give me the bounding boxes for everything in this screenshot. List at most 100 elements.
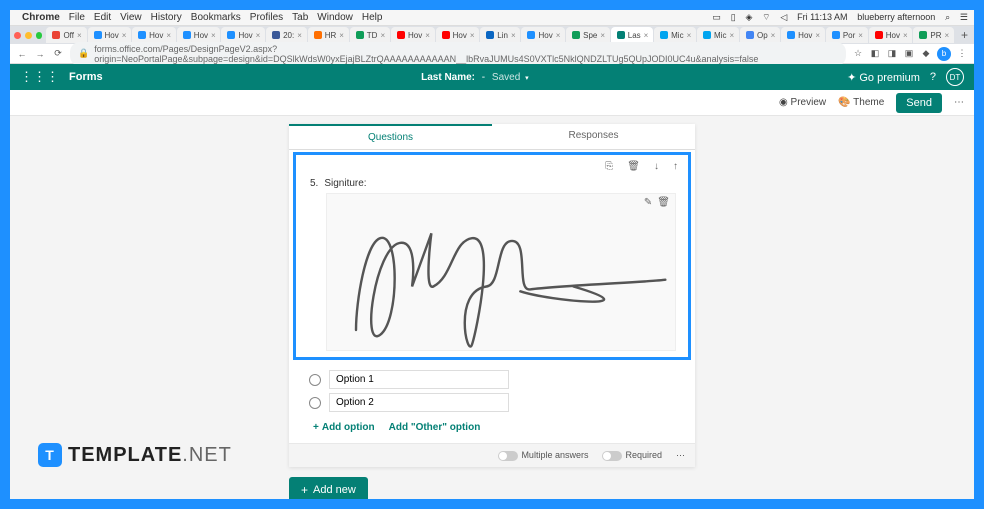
profile-icon[interactable]: b bbox=[937, 47, 951, 61]
browser-tab[interactable]: Hov× bbox=[391, 27, 435, 43]
tab-close-icon[interactable]: × bbox=[815, 31, 820, 40]
menu-view[interactable]: View bbox=[120, 12, 142, 23]
browser-tab[interactable]: Hov× bbox=[221, 27, 265, 43]
radio-icon[interactable] bbox=[309, 374, 321, 386]
menu-history[interactable]: History bbox=[151, 12, 182, 23]
radio-icon[interactable] bbox=[309, 397, 321, 409]
browser-tab[interactable]: Hov× bbox=[132, 27, 176, 43]
window-close-icon[interactable] bbox=[14, 32, 21, 39]
tab-questions[interactable]: Questions bbox=[289, 124, 492, 149]
chevron-down-icon[interactable]: ▾ bbox=[525, 75, 529, 82]
tab-close-icon[interactable]: × bbox=[122, 31, 127, 40]
extension-icon[interactable]: ◧ bbox=[869, 48, 881, 59]
browser-tab[interactable]: Mic× bbox=[697, 27, 739, 43]
window-minimize-icon[interactable] bbox=[25, 32, 32, 39]
window-zoom-icon[interactable] bbox=[36, 32, 43, 39]
move-down-icon[interactable]: ↓ bbox=[654, 161, 659, 172]
trash-icon[interactable]: 🗑 bbox=[627, 161, 640, 172]
go-premium-link[interactable]: ✦ Go premium bbox=[847, 71, 920, 84]
tab-close-icon[interactable]: × bbox=[256, 31, 261, 40]
menu-edit[interactable]: Edit bbox=[94, 12, 111, 23]
menu-window[interactable]: Window bbox=[317, 12, 353, 23]
theme-button[interactable]: 🎨 Theme bbox=[838, 97, 884, 108]
tab-close-icon[interactable]: × bbox=[77, 31, 82, 40]
reload-icon[interactable]: ⟳ bbox=[52, 48, 64, 59]
browser-tab[interactable]: 20:× bbox=[266, 27, 307, 43]
extension-icon4[interactable]: ◆ bbox=[920, 48, 932, 59]
browser-tab[interactable]: Op× bbox=[740, 27, 780, 43]
send-button[interactable]: Send bbox=[896, 93, 942, 113]
add-other-option-button[interactable]: Add "Other" option bbox=[389, 422, 481, 433]
move-up-icon[interactable]: ↑ bbox=[673, 161, 678, 172]
avatar[interactable]: DT bbox=[946, 68, 964, 86]
delete-signature-icon[interactable]: 🗑 bbox=[657, 197, 670, 208]
more-icon[interactable]: ⋯ bbox=[954, 97, 964, 108]
browser-tab[interactable]: Hov× bbox=[521, 27, 565, 43]
browser-tab[interactable]: Hov× bbox=[781, 27, 825, 43]
multiple-answers-toggle[interactable]: Multiple answers bbox=[498, 450, 588, 461]
copy-icon[interactable]: ⎘ bbox=[605, 161, 613, 172]
extension-icon2[interactable]: ◨ bbox=[886, 48, 898, 59]
signature-canvas[interactable]: ✎ 🗑 bbox=[326, 193, 676, 351]
tab-close-icon[interactable]: × bbox=[771, 31, 776, 40]
required-toggle[interactable]: Required bbox=[602, 450, 662, 461]
tab-close-icon[interactable]: × bbox=[511, 31, 516, 40]
extension-icon3[interactable]: ▣ bbox=[903, 48, 915, 59]
browser-tab[interactable]: Lin× bbox=[480, 27, 520, 43]
tab-close-icon[interactable]: × bbox=[858, 31, 863, 40]
tab-close-icon[interactable]: × bbox=[687, 31, 692, 40]
tab-close-icon[interactable]: × bbox=[297, 31, 302, 40]
menu-icon[interactable]: ⋮ bbox=[956, 48, 968, 59]
forms-brand[interactable]: Forms bbox=[69, 71, 103, 83]
browser-tab[interactable]: Hov× bbox=[869, 27, 913, 43]
waffle-icon[interactable]: ⋮⋮⋮ bbox=[20, 69, 59, 85]
add-new-button[interactable]: +Add new bbox=[289, 477, 368, 499]
browser-tab[interactable]: Mic× bbox=[654, 27, 696, 43]
control-center-icon[interactable]: ☰ bbox=[960, 12, 968, 22]
menu-file[interactable]: File bbox=[69, 12, 85, 23]
browser-tab[interactable]: Las× bbox=[611, 27, 653, 43]
option-input[interactable]: Option 1 bbox=[329, 370, 509, 389]
help-icon[interactable]: ? bbox=[930, 71, 936, 83]
menu-bookmarks[interactable]: Bookmarks bbox=[191, 12, 241, 23]
tab-close-icon[interactable]: × bbox=[730, 31, 735, 40]
tab-close-icon[interactable]: × bbox=[166, 31, 171, 40]
tab-close-icon[interactable]: × bbox=[380, 31, 385, 40]
browser-tab[interactable]: Spe× bbox=[566, 27, 610, 43]
tab-close-icon[interactable]: × bbox=[470, 31, 475, 40]
tab-close-icon[interactable]: × bbox=[339, 31, 344, 40]
tab-close-icon[interactable]: × bbox=[556, 31, 561, 40]
pencil-icon[interactable]: ✎ bbox=[644, 197, 652, 208]
browser-tab[interactable]: Off× bbox=[46, 27, 86, 43]
url-input[interactable]: 🔒 forms.office.com/Pages/DesignPageV2.as… bbox=[70, 42, 846, 66]
tab-close-icon[interactable]: × bbox=[945, 31, 950, 40]
form-title-label[interactable]: Last Name: bbox=[421, 72, 475, 83]
menu-tab[interactable]: Tab bbox=[292, 12, 308, 23]
tab-close-icon[interactable]: × bbox=[425, 31, 430, 40]
browser-tab[interactable]: Por× bbox=[826, 27, 868, 43]
question-more-icon[interactable]: ⋯ bbox=[676, 450, 685, 461]
menu-help[interactable]: Help bbox=[362, 12, 383, 23]
browser-tab[interactable]: TD× bbox=[350, 27, 390, 43]
back-icon[interactable]: ← bbox=[16, 49, 28, 59]
menu-app[interactable]: Chrome bbox=[22, 12, 60, 23]
browser-tab[interactable]: Hov× bbox=[436, 27, 480, 43]
add-option-button[interactable]: +Add option bbox=[313, 422, 375, 433]
star-icon[interactable]: ☆ bbox=[852, 48, 864, 59]
browser-tab[interactable]: HR× bbox=[308, 27, 349, 43]
tab-close-icon[interactable]: × bbox=[644, 31, 649, 40]
preview-button[interactable]: ◉ Preview bbox=[779, 97, 826, 108]
tab-close-icon[interactable]: × bbox=[903, 31, 908, 40]
new-tab-button[interactable]: + bbox=[955, 28, 974, 42]
tab-close-icon[interactable]: × bbox=[211, 31, 216, 40]
browser-tab[interactable]: Hov× bbox=[177, 27, 221, 43]
search-icon[interactable]: ⌕ bbox=[945, 12, 950, 22]
browser-tab[interactable]: Hov× bbox=[88, 27, 132, 43]
question-title[interactable]: Signiture: bbox=[324, 178, 366, 189]
forward-icon[interactable]: → bbox=[34, 49, 46, 59]
tab-responses[interactable]: Responses bbox=[492, 124, 695, 149]
browser-tab[interactable]: PR× bbox=[913, 27, 954, 43]
tab-close-icon[interactable]: × bbox=[600, 31, 605, 40]
option-input[interactable]: Option 2 bbox=[329, 393, 509, 412]
menu-profiles[interactable]: Profiles bbox=[250, 12, 283, 23]
